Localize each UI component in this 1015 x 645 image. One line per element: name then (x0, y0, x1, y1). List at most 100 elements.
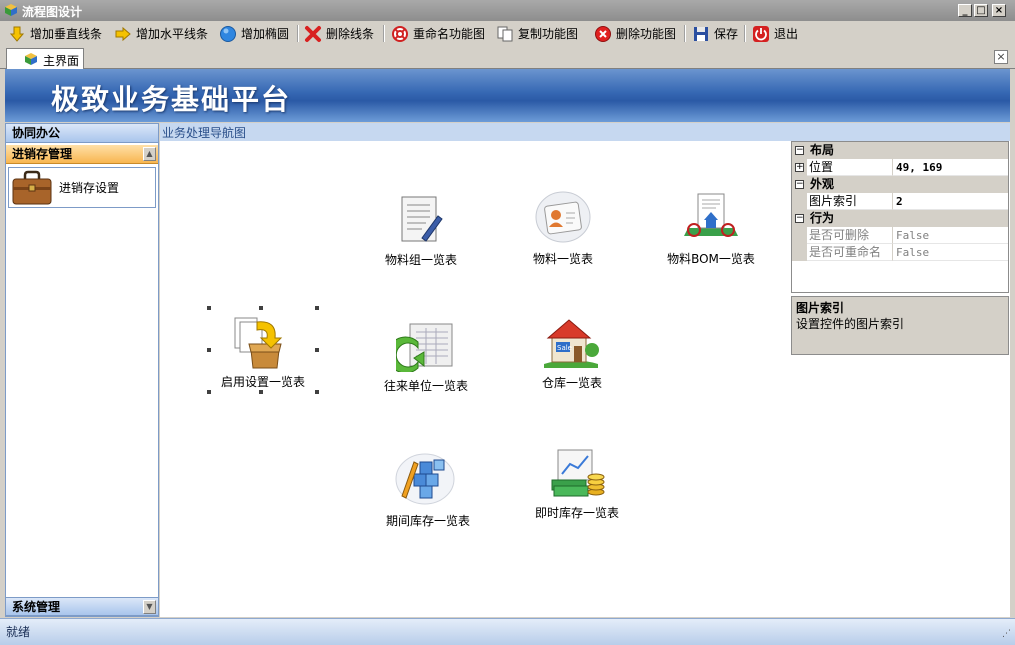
toolbar-label: 退出 (774, 27, 799, 41)
spreadsheet-arrow-icon (396, 323, 453, 372)
flow-node-label: 启用设置一览表 (220, 375, 305, 389)
property-row-position[interactable]: + 位置 49, 169 (792, 159, 1008, 176)
delete-line-button[interactable]: 删除线条 (304, 24, 374, 43)
selection-handle[interactable] (259, 390, 263, 394)
toolbar: 增加垂直线条 增加水平线条 增加椭圆 删除线条 重命名功能图 复制功能图 删除功… (0, 21, 806, 46)
arrow-down-icon (9, 26, 25, 42)
sidebar-item-label: 进销存设置 (59, 181, 120, 195)
sidebar-group-label: 进销存管理 (12, 147, 73, 161)
delete-diagram-button[interactable]: 删除功能图 (594, 24, 676, 43)
property-value[interactable]: False (893, 227, 1008, 244)
property-category-layout[interactable]: − 布局 (792, 142, 1008, 159)
add-horizontal-line-button[interactable]: 增加水平线条 (114, 24, 208, 43)
window-title: 流程图设计 (22, 5, 83, 19)
property-row-deletable[interactable]: 是否可删除 False (792, 227, 1008, 244)
sidebar-group-collaboration[interactable]: 协同办公 (6, 124, 158, 143)
flow-node-material-group[interactable]: 物料组一览表 (376, 194, 466, 268)
flow-node-label: 物料BOM一览表 (667, 252, 755, 266)
app-icon (5, 4, 17, 16)
selection-handle[interactable] (207, 348, 211, 352)
flow-node-label: 期间库存一览表 (385, 514, 470, 528)
selection-handle[interactable] (315, 348, 319, 352)
canvas-header: 业务处理导航图 (160, 123, 1010, 141)
expand-icon[interactable]: + (795, 163, 804, 172)
sidebar-group-inventory[interactable]: 进销存管理 ▲ (6, 145, 158, 164)
save-button[interactable]: 保存 (692, 24, 738, 43)
flow-node-label: 物料一览表 (532, 252, 593, 266)
flow-node-material-bom[interactable]: 物料BOM一览表 (664, 190, 758, 267)
canvas-title: 业务处理导航图 (162, 126, 247, 140)
property-name: 位置 (807, 159, 893, 176)
selection-handle[interactable] (207, 390, 211, 394)
status-bar: 就绪 ⋰ (0, 618, 1015, 645)
flow-node-label: 物料组一览表 (384, 253, 457, 267)
copy-icon (497, 26, 513, 41)
sidebar-group-label: 系统管理 (12, 600, 61, 614)
close-window-button[interactable]: × (992, 4, 1006, 17)
toolbar-label: 增加椭圆 (241, 27, 290, 41)
resize-grip-icon[interactable]: ⋰ (1002, 629, 1011, 639)
svg-text:Sale: Sale (557, 344, 572, 352)
briefcase-icon (12, 170, 52, 205)
app-icon (25, 53, 37, 65)
flow-node-enable-settings[interactable]: 启用设置一览表 (207, 306, 319, 394)
collapse-icon[interactable]: − (795, 214, 804, 223)
banner-title: 极致业务基础平台 (51, 83, 292, 116)
minimize-button[interactable]: _ (958, 4, 972, 17)
house-document-icon (684, 193, 738, 237)
property-row-image-index[interactable]: 图片索引 2 (792, 193, 1008, 210)
box-arrow-icon (234, 317, 283, 369)
property-category-label: 外观 (810, 177, 835, 191)
flow-node-period-stock[interactable]: 期间库存一览表 (380, 452, 476, 528)
copy-diagram-button[interactable]: 复制功能图 (496, 24, 578, 43)
scroll-down-button[interactable]: ▼ (143, 600, 156, 614)
property-row-renamable[interactable]: 是否可重命名 False (792, 244, 1008, 261)
flow-node-warehouse[interactable]: Sale 仓库一览表 (534, 316, 610, 391)
toolbar-label: 保存 (714, 27, 739, 41)
toolbar-label: 增加垂直线条 (30, 27, 103, 41)
property-value[interactable]: False (893, 244, 1008, 261)
add-vertical-line-button[interactable]: 增加垂直线条 (8, 24, 102, 43)
toolbar-label: 删除功能图 (616, 27, 677, 41)
flow-node-material[interactable]: 物料一览表 (518, 190, 608, 267)
title-bar: 流程图设计 _ □ × (0, 0, 1015, 21)
property-value[interactable]: 49, 169 (893, 159, 1008, 176)
sidebar-item-inventory-settings[interactable]: 进销存设置 (8, 167, 156, 208)
arrow-right-icon (115, 26, 131, 41)
maximize-button[interactable]: □ (974, 4, 988, 17)
save-disk-icon (694, 26, 708, 41)
property-description: 图片索引 设置控件的图片索引 (791, 296, 1009, 355)
status-text: 就绪 (6, 625, 31, 639)
property-value[interactable]: 2 (893, 193, 1008, 210)
add-ellipse-button[interactable]: 增加椭圆 (219, 24, 289, 43)
banner: 极致业务基础平台 (5, 69, 1010, 122)
property-name: 是否可重命名 (807, 244, 893, 261)
collapse-icon[interactable]: − (795, 146, 804, 155)
flow-node-realtime-stock[interactable]: 即时库存一览表 (530, 446, 624, 521)
toolbar-label: 复制功能图 (518, 27, 579, 41)
flow-node-label: 往来单位一览表 (383, 379, 468, 393)
document-pen-icon (401, 196, 443, 242)
selection-handle[interactable] (259, 306, 263, 310)
tab-main[interactable]: 主界面 (6, 48, 84, 69)
exit-button[interactable]: 退出 (752, 24, 798, 43)
property-grid: − 布局 + 位置 49, 169 − 外观 图片索引 2 − 行为 是否可删除… (791, 141, 1009, 293)
delete-circle-icon (595, 25, 611, 42)
scroll-up-button[interactable]: ▲ (143, 147, 156, 161)
property-category-appearance[interactable]: − 外观 (792, 176, 1008, 193)
collapse-icon[interactable]: − (795, 180, 804, 189)
selection-handle[interactable] (207, 306, 211, 310)
selection-handle[interactable] (315, 390, 319, 394)
property-category-behavior[interactable]: − 行为 (792, 210, 1008, 227)
tab-label: 主界面 (43, 54, 80, 68)
rename-diagram-button[interactable]: 重命名功能图 (391, 24, 485, 43)
close-tab-button[interactable]: × (994, 50, 1008, 64)
property-category-label: 布局 (810, 143, 835, 157)
lifebuoy-icon (392, 25, 408, 42)
property-description-title: 图片索引 (796, 301, 845, 315)
selection-handle[interactable] (315, 306, 319, 310)
power-icon (753, 25, 769, 42)
flow-node-partners[interactable]: 往来单位一览表 (378, 320, 474, 395)
warehouse-icon: Sale (544, 319, 599, 368)
sidebar-group-system[interactable]: 系统管理 ▼ (6, 597, 158, 616)
